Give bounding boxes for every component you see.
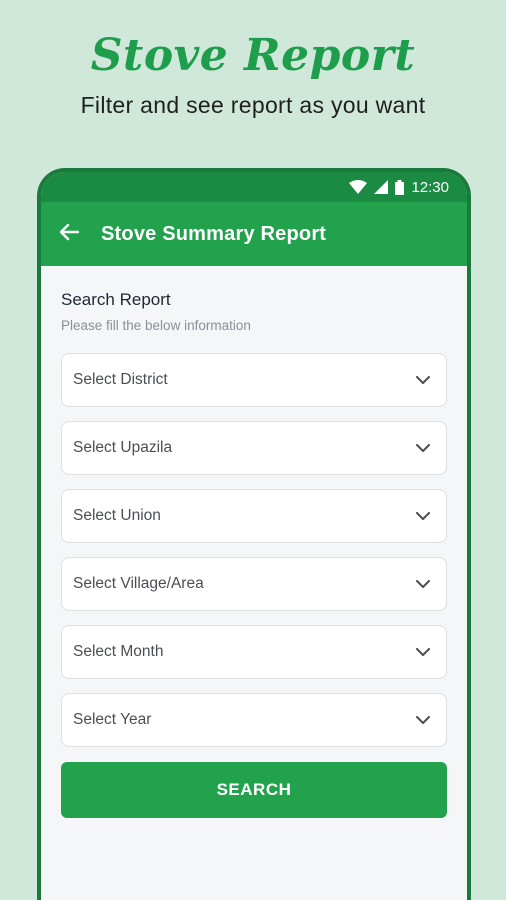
select-district-dropdown[interactable]: Select District	[61, 353, 447, 407]
select-year-dropdown[interactable]: Select Year	[61, 693, 447, 747]
chevron-down-icon	[414, 439, 432, 457]
select-label: Select Year	[73, 711, 152, 728]
chevron-down-icon	[414, 575, 432, 593]
back-button[interactable]	[59, 222, 83, 246]
search-form: Search Report Please fill the below info…	[41, 266, 467, 818]
select-month-dropdown[interactable]: Select Month	[61, 625, 447, 679]
status-bar: 12:30	[41, 172, 467, 202]
chevron-down-icon	[414, 507, 432, 525]
select-label: Select Month	[73, 643, 164, 660]
select-union-dropdown[interactable]: Select Union	[61, 489, 447, 543]
chevron-down-icon	[414, 643, 432, 661]
select-label: Select Upazila	[73, 439, 173, 456]
select-village-dropdown[interactable]: Select Village/Area	[61, 557, 447, 611]
app-bar: Stove Summary Report	[41, 202, 467, 266]
search-button[interactable]: SEARCH	[61, 762, 447, 818]
arrow-left-icon	[59, 222, 80, 247]
chevron-down-icon	[414, 371, 432, 389]
form-subtitle: Please fill the below information	[61, 318, 251, 333]
battery-icon	[395, 179, 405, 195]
select-label: Select Union	[73, 507, 161, 524]
select-upazila-dropdown[interactable]: Select Upazila	[61, 421, 447, 475]
status-time: 12:30	[411, 178, 449, 196]
form-title: Search Report	[61, 290, 171, 309]
app-title: Stove Summary Report	[101, 222, 327, 245]
wifi-icon	[349, 180, 368, 194]
phone-frame: 12:30 Stove Summary Report Search Report…	[37, 168, 471, 900]
select-label: Select Village/Area	[73, 575, 204, 592]
chevron-down-icon	[414, 711, 432, 729]
select-label: Select District	[73, 371, 168, 388]
promo-title: Stove Report	[90, 30, 416, 81]
select-list: Select District Select Upazila Select Un…	[61, 353, 447, 747]
app-screen: 12:30 Stove Summary Report Search Report…	[41, 172, 467, 900]
signal-icon	[374, 180, 389, 194]
promo-subtitle: Filter and see report as you want	[80, 92, 426, 118]
